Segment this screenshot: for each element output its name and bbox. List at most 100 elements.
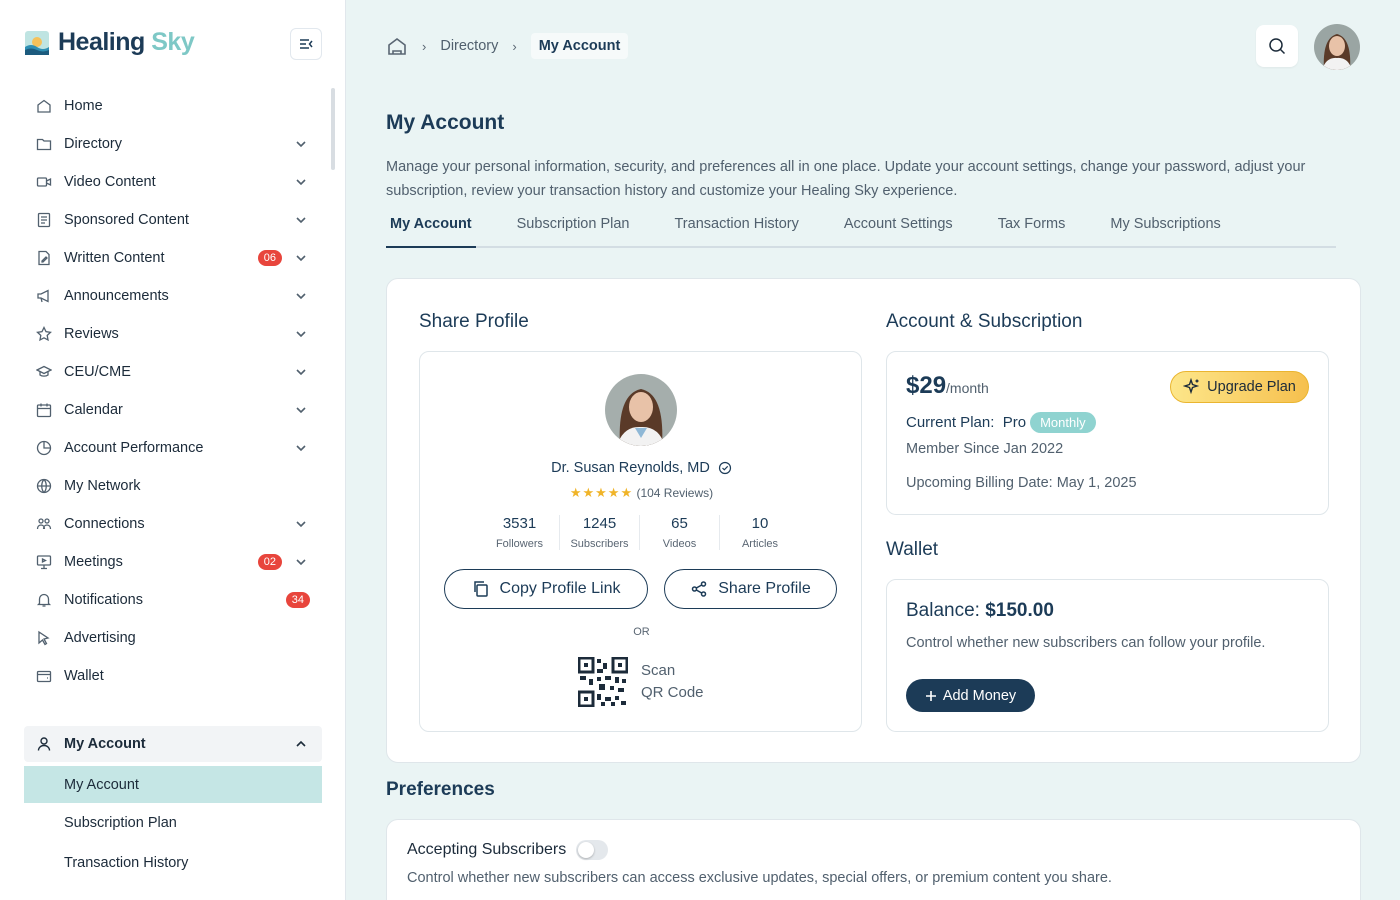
tab-my-subscriptions[interactable]: My Subscriptions <box>1106 212 1224 248</box>
profile-stats: 3531 Followers 1245 Subscribers 65 Videos 1… <box>480 515 800 550</box>
chevron-down-icon <box>296 217 306 224</box>
scan-qr-label: Scan QR Code <box>641 662 704 701</box>
sidebar-subitem-transaction-history[interactable]: Transaction History <box>24 843 322 883</box>
sidebar-item-label: Sponsored Content <box>64 212 189 228</box>
billing-date: Upcoming Billing Date: May 1, 2025 <box>906 475 1137 491</box>
sidebar-item-written-content[interactable]: Written Content 06 <box>24 239 322 277</box>
chevron-down-icon <box>296 521 306 528</box>
chevron-down-icon <box>296 407 306 414</box>
sidebar-item-label: Directory <box>64 136 123 152</box>
sidebar-item-calendar[interactable]: Calendar <box>24 391 322 429</box>
accepting-subscribers-description: Control whether new subscribers can acce… <box>407 870 1112 886</box>
sidebar-item-label: Wallet <box>64 668 104 684</box>
verified-icon <box>718 462 731 475</box>
presentation-icon <box>36 554 52 570</box>
search-button[interactable] <box>1256 25 1298 67</box>
users-icon <box>36 516 52 532</box>
account-tabs: My Account Subscription Plan Transaction… <box>386 212 1336 248</box>
tab-tax-forms[interactable]: Tax Forms <box>994 212 1070 248</box>
sidebar-scrollbar[interactable] <box>331 88 335 170</box>
sidebar-item-announcements[interactable]: Announcements <box>24 277 322 315</box>
user-photo-icon <box>1314 24 1360 70</box>
sidebar-item-meetings[interactable]: Meetings 02 <box>24 543 322 581</box>
sidebar-item-label: Calendar <box>64 402 123 418</box>
sidebar-item-label: Notifications <box>64 592 143 608</box>
plan-price: $29/month <box>906 372 989 399</box>
sidebar-item-connections[interactable]: Connections <box>24 505 322 543</box>
sidebar-item-ceu-cme[interactable]: CEU/CME <box>24 353 322 391</box>
share-profile-title: Share Profile <box>419 311 529 332</box>
subscription-panel: $29/month Upgrade Plan Current Plan: Pro… <box>886 351 1329 515</box>
sidebar-subitem-subscription-plan[interactable]: Subscription Plan <box>24 803 322 843</box>
copy-icon <box>473 581 488 597</box>
tab-subscription-plan[interactable]: Subscription Plan <box>513 212 634 248</box>
breadcrumb-current: My Account <box>530 33 629 59</box>
sidebar-item-directory[interactable]: Directory <box>24 125 322 163</box>
bell-icon <box>36 592 52 608</box>
breadcrumb-directory[interactable]: Directory <box>440 38 498 54</box>
sidebar-item-label: Reviews <box>64 326 119 342</box>
page-title: My Account <box>386 111 505 134</box>
account-overview-card: Share Profile Account & Subscription Wal… <box>386 278 1361 763</box>
current-plan: Current Plan: Pro Monthly <box>906 412 1096 433</box>
copy-profile-link-button[interactable]: Copy Profile Link <box>444 569 648 609</box>
user-avatar[interactable] <box>1314 24 1360 70</box>
sidebar-item-label: Announcements <box>64 288 169 304</box>
breadcrumb: › Directory › My Account <box>386 32 629 60</box>
chevron-down-icon <box>296 445 306 452</box>
stat-followers: 3531 Followers <box>480 515 560 550</box>
tab-transaction-history[interactable]: Transaction History <box>670 212 802 248</box>
wallet-panel: Balance: $150.00 Control whether new sub… <box>886 579 1329 732</box>
sidebar-item-account-performance[interactable]: Account Performance <box>24 429 322 467</box>
sidebar-item-wallet[interactable]: Wallet <box>24 657 322 695</box>
chevron-down-icon <box>296 255 306 262</box>
pen-file-icon <box>36 250 52 266</box>
wallet-title: Wallet <box>886 539 939 560</box>
profile-photo-icon <box>605 374 677 446</box>
sidebar-item-my-account[interactable]: My Account <box>24 726 322 762</box>
member-since: Member Since Jan 2022 <box>906 441 1064 457</box>
chevron-down-icon <box>296 369 306 376</box>
sidebar-collapse-button[interactable] <box>290 28 322 60</box>
sidebar-item-notifications[interactable]: Notifications 34 <box>24 581 322 619</box>
sidebar-item-label: My Account <box>64 736 146 752</box>
tab-account-settings[interactable]: Account Settings <box>840 212 957 248</box>
share-profile-button[interactable]: Share Profile <box>664 569 837 609</box>
count-badge: 06 <box>257 250 282 266</box>
chevron-right-icon: › <box>512 38 517 54</box>
user-icon <box>37 737 51 751</box>
qr-code-icon[interactable] <box>578 657 628 707</box>
chevron-up-icon <box>296 740 306 747</box>
sidebar-item-video-content[interactable]: Video Content <box>24 163 322 201</box>
sidebar-item-reviews[interactable]: Reviews <box>24 315 322 353</box>
share-profile-panel: Dr. Susan Reynolds, MD ★★★★★ (104 Review… <box>419 351 862 732</box>
preferences-card: Accepting Subscribers Control whether ne… <box>386 819 1361 900</box>
accepting-subscribers-row: Accepting Subscribers <box>407 840 609 860</box>
sidebar-item-label: Account Performance <box>64 440 204 456</box>
sidebar-item-label: Connections <box>64 516 145 532</box>
brand-logo[interactable]: Healing Sky <box>24 28 195 57</box>
sidebar-subitem-my-account[interactable]: My Account <box>24 766 322 803</box>
profile-rating: ★★★★★ (104 Reviews) <box>420 485 863 501</box>
count-badge: 02 <box>257 554 282 570</box>
chevron-down-icon <box>296 331 306 338</box>
sidebar-item-label: CEU/CME <box>64 364 131 380</box>
home-icon[interactable] <box>386 35 408 57</box>
tab-my-account[interactable]: My Account <box>386 212 476 248</box>
or-divider: OR <box>633 626 650 638</box>
sidebar-item-my-network[interactable]: My Network <box>24 467 322 505</box>
star-rating-icon: ★★★★★ <box>569 485 634 500</box>
search-icon <box>1269 38 1286 55</box>
stat-videos: 65 Videos <box>640 515 720 550</box>
sparkle-icon <box>1183 378 1200 395</box>
accepting-subscribers-toggle[interactable] <box>576 840 609 860</box>
sidebar-item-sponsored-content[interactable]: Sponsored Content <box>24 201 322 239</box>
upgrade-plan-button[interactable]: Upgrade Plan <box>1170 371 1309 403</box>
sidebar-item-label: Meetings <box>64 554 123 570</box>
globe-icon <box>36 478 52 494</box>
add-money-button[interactable]: Add Money <box>906 679 1035 712</box>
sidebar-item-advertising[interactable]: Advertising <box>24 619 322 657</box>
sidebar-item-home[interactable]: Home <box>24 87 322 125</box>
star-icon <box>36 326 52 342</box>
chevron-down-icon <box>296 559 306 566</box>
